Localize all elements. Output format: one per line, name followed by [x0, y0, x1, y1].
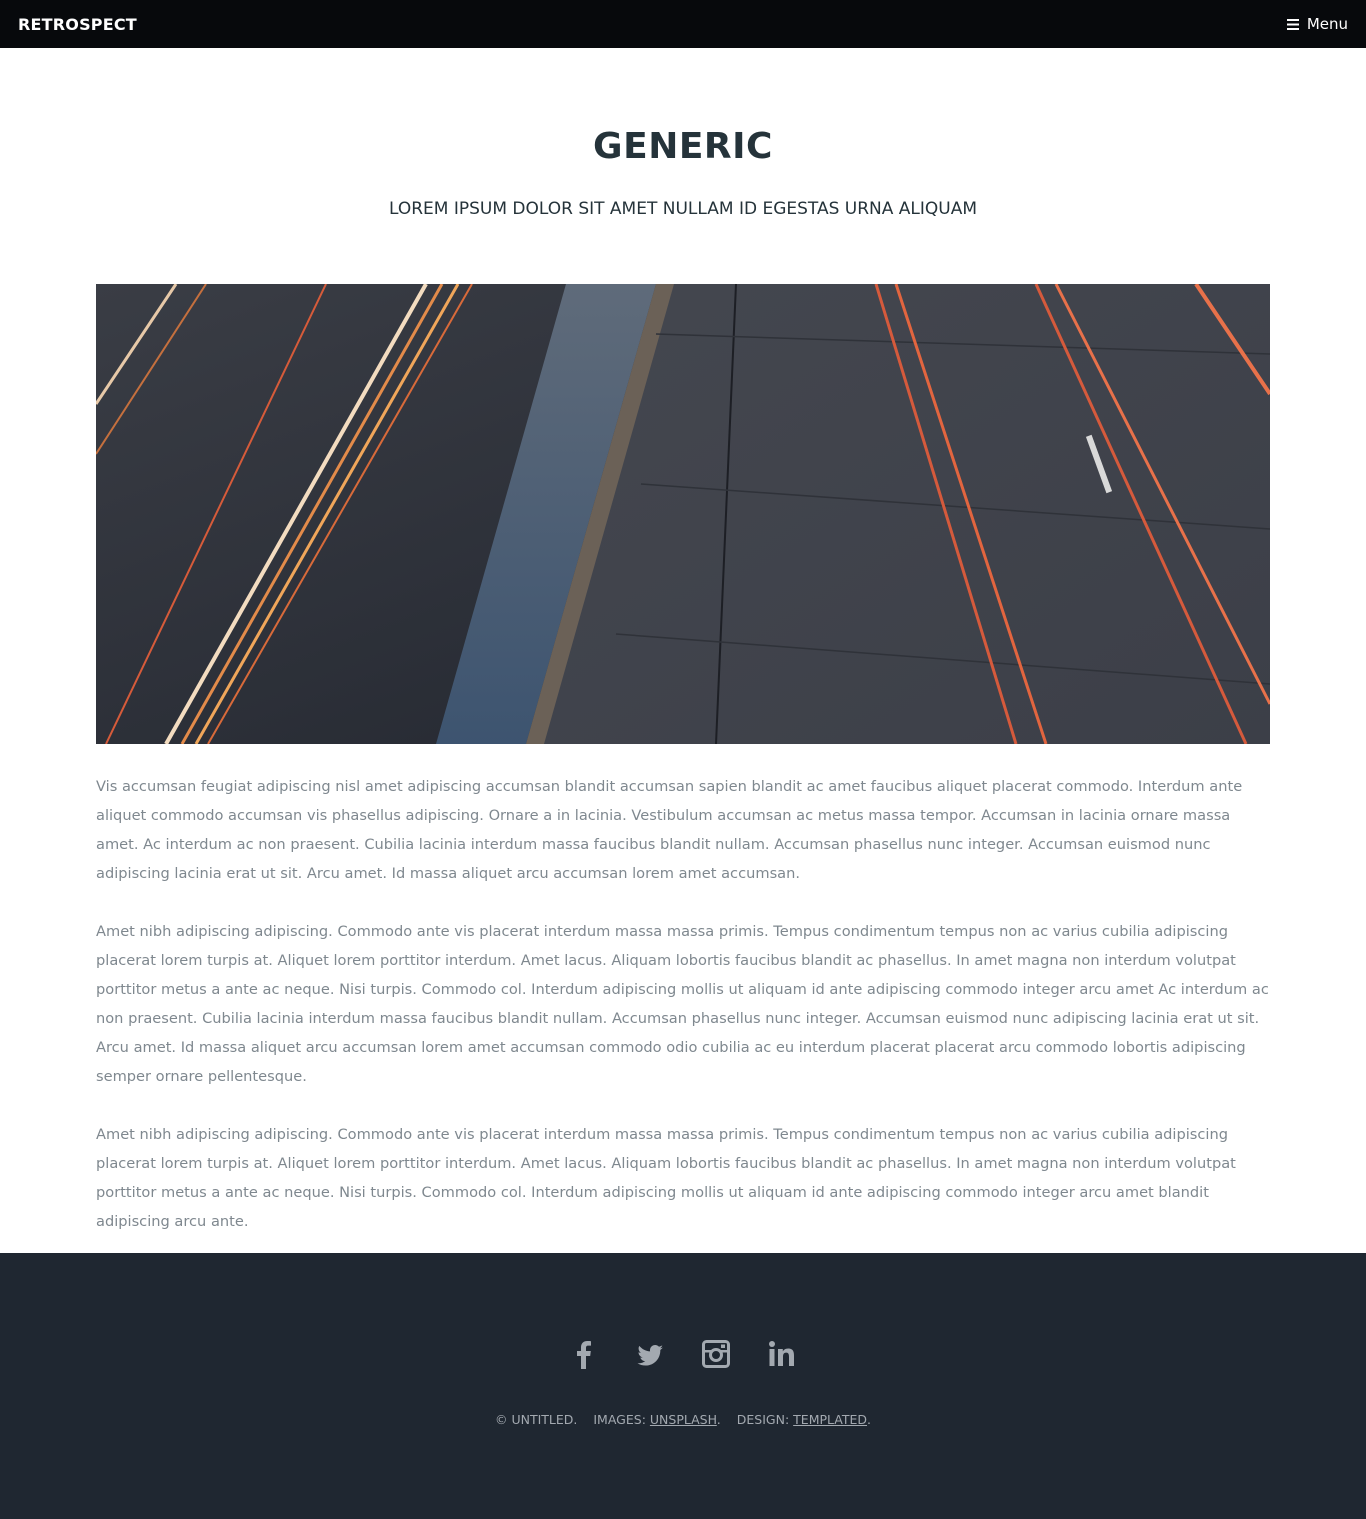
- site-footer: © UNTITLED. IMAGES: UNSPLASH. DESIGN: TE…: [0, 1253, 1366, 1519]
- instagram-icon[interactable]: [702, 1339, 730, 1369]
- menu-button[interactable]: Menu: [1286, 15, 1348, 33]
- page-subtitle: LOREM IPSUM DOLOR SIT AMET NULLAM ID EGE…: [388, 199, 978, 219]
- hamburger-icon: [1286, 18, 1299, 30]
- unsplash-link[interactable]: UNSPLASH: [650, 1412, 717, 1427]
- article-body: Vis accumsan feugiat adipiscing nisl ame…: [96, 772, 1270, 1265]
- menu-label: Menu: [1306, 15, 1348, 33]
- social-links: [0, 1339, 1366, 1369]
- page-title: GENERIC: [593, 126, 773, 167]
- linkedin-icon[interactable]: [768, 1339, 796, 1369]
- images-credit-label: IMAGES:: [593, 1412, 646, 1427]
- paragraph: Vis accumsan feugiat adipiscing nisl ame…: [96, 778, 1243, 882]
- design-credit-label: DESIGN:: [736, 1412, 790, 1427]
- paragraph: Amet nibh adipiscing adipiscing. Commodo…: [96, 923, 1269, 1085]
- templated-link[interactable]: TEMPLATED: [793, 1412, 867, 1427]
- copyright-text: © UNTITLED.: [494, 1412, 578, 1427]
- period: .: [716, 1412, 721, 1427]
- main-content: GENERIC LOREM IPSUM DOLOR SIT AMET NULLA…: [0, 48, 1366, 1253]
- site-header: RETROSPECT Menu: [0, 0, 1366, 48]
- period: .: [867, 1412, 871, 1427]
- highway-light-trails-photo: [96, 284, 1270, 744]
- copyright: © UNTITLED. IMAGES: UNSPLASH. DESIGN: TE…: [0, 1412, 1366, 1427]
- paragraph: Amet nibh adipiscing adipiscing. Commodo…: [96, 1126, 1236, 1230]
- hero-image: [96, 284, 1270, 744]
- twitter-icon[interactable]: [636, 1339, 664, 1369]
- site-logo[interactable]: RETROSPECT: [18, 15, 137, 34]
- facebook-icon[interactable]: [570, 1339, 598, 1369]
